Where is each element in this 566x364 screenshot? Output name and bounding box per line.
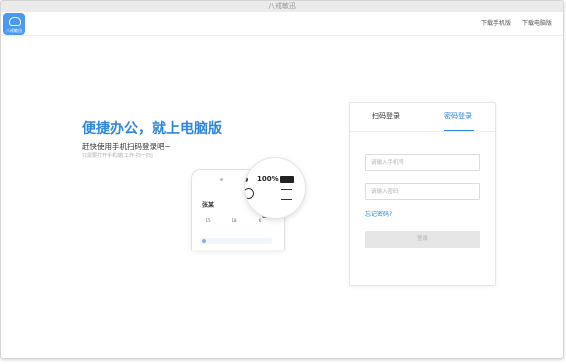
download-pc-link[interactable]: 下载电脑版 xyxy=(522,20,552,27)
scan-icon xyxy=(281,189,292,200)
tab-scan-login[interactable]: 扫码登录 xyxy=(372,112,400,121)
phone-stat: 6 xyxy=(258,218,262,223)
active-tab-indicator xyxy=(444,130,474,131)
magnifier-status-bar: 100% xyxy=(245,175,305,183)
magnifier-illustration: 100% xyxy=(244,157,306,219)
phone-stat: 15 xyxy=(205,218,211,223)
phone-user-name: 张某 xyxy=(202,202,215,209)
battery-percent: 100% xyxy=(257,175,279,183)
app-window: 八戒敏迅 八戒敏迅 下载手机版 下载电脑版 便捷办公，就上电脑版 赶快使用手机扫… xyxy=(0,0,564,359)
logo-text: 八戒敏迅 xyxy=(6,28,22,33)
phone-row-icon xyxy=(202,239,206,243)
app-logo: 八戒敏迅 xyxy=(3,13,25,35)
signal-dot-icon xyxy=(245,177,248,182)
tab-password-login[interactable]: 密码登录 xyxy=(444,112,472,121)
phone-camera-icon xyxy=(220,178,223,181)
phone-stats: 15 18 6 xyxy=(200,218,274,234)
login-panel: 扫码登录 密码登录 忘记密码? 登录 xyxy=(349,102,496,286)
phone-field[interactable] xyxy=(365,154,480,171)
promo-headline: 便捷办公，就上电脑版 xyxy=(82,121,222,137)
forgot-password-link[interactable]: 忘记密码? xyxy=(365,211,392,218)
password-field[interactable] xyxy=(365,183,480,200)
search-icon xyxy=(245,188,254,199)
download-phone-link[interactable]: 下载手机版 xyxy=(481,20,511,27)
battery-icon xyxy=(280,176,294,183)
promo-subline: 赶快使用手机扫码登录吧~ xyxy=(82,142,171,151)
top-header: 八戒敏迅 下载手机版 下载电脑版 xyxy=(1,12,563,36)
login-button[interactable]: 登录 xyxy=(365,231,480,248)
password-input[interactable] xyxy=(366,184,479,199)
login-tabs: 扫码登录 密码登录 xyxy=(350,103,495,132)
phone-stat: 18 xyxy=(231,218,237,223)
window-title: 八戒敏迅 xyxy=(268,2,296,10)
cloud-icon xyxy=(9,17,21,26)
phone-list-row xyxy=(200,238,272,244)
promo-hint: 只需要打开手机端[工作-扫一扫] xyxy=(82,153,153,159)
phone-input[interactable] xyxy=(366,155,479,170)
